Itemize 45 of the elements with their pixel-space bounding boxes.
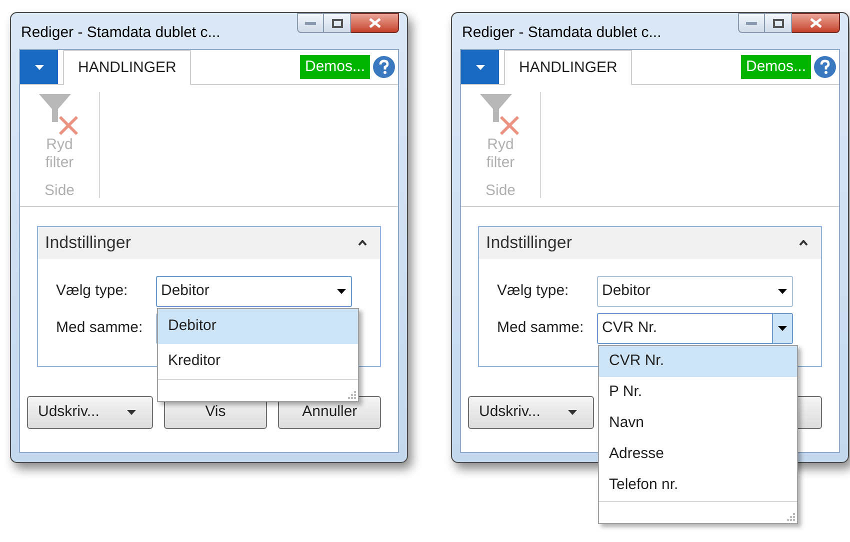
dropdown-option[interactable]: Kreditor [158,344,358,379]
window-title: Rediger - Stamdata dublet c... [20,23,220,43]
help-icon[interactable] [373,56,395,78]
close-button[interactable] [351,13,399,33]
dropdown-option[interactable]: Telefon nr. [599,470,797,501]
window-title: Rediger - Stamdata dublet c... [461,23,662,43]
field-label: Med samme: [496,318,585,338]
close-icon [368,18,380,28]
dropdown-option[interactable]: Adresse [599,439,797,470]
print-split-button[interactable]: Udskriv... [468,396,594,429]
caret-down-icon [568,410,577,415]
minimize-icon [746,22,757,24]
caret-down-icon [778,326,787,331]
dropdown-option[interactable]: P Nr. [599,377,797,408]
dropdown-field[interactable]: CVR Nr. [597,313,793,344]
maximize-icon [332,18,342,28]
dropdown-option[interactable]: Debitor [158,309,358,344]
print-split-button[interactable]: Udskriv... [27,396,153,429]
caret-down-icon [126,410,136,415]
ribbon-tab[interactable]: HANDLINGER [63,50,192,85]
maximize-icon [772,18,784,28]
field-label: Med samme: [55,318,144,338]
resize-grip-icon[interactable] [787,513,795,521]
ribbon-group-label: Side [485,181,516,201]
dropdown-option[interactable]: CVR Nr. [599,346,797,377]
field-label: Vælg type: [55,281,129,302]
section-header[interactable]: Indstillinger [479,227,821,259]
close-icon [810,18,822,28]
caret-down-icon [336,289,346,294]
field-label: Vælg type: [496,281,570,302]
help-icon[interactable] [814,56,836,78]
ribbon-group-label: Side [44,181,75,201]
caret-down-icon [476,64,484,70]
close-button[interactable] [792,13,840,33]
resize-grip-icon[interactable] [348,391,356,399]
maximize-button[interactable] [324,13,351,33]
dropdown-field[interactable]: Debitor [156,276,352,307]
section-header[interactable]: Indstillinger [38,227,380,259]
minimize-icon [305,22,316,24]
dropdown-option[interactable]: Navn [599,408,797,439]
ribbon-tab[interactable]: HANDLINGER [504,50,632,85]
dropdown-field[interactable]: Debitor [597,276,793,307]
caret-down-icon [778,289,786,294]
maximize-button[interactable] [765,13,792,33]
caret-down-icon [34,64,44,70]
